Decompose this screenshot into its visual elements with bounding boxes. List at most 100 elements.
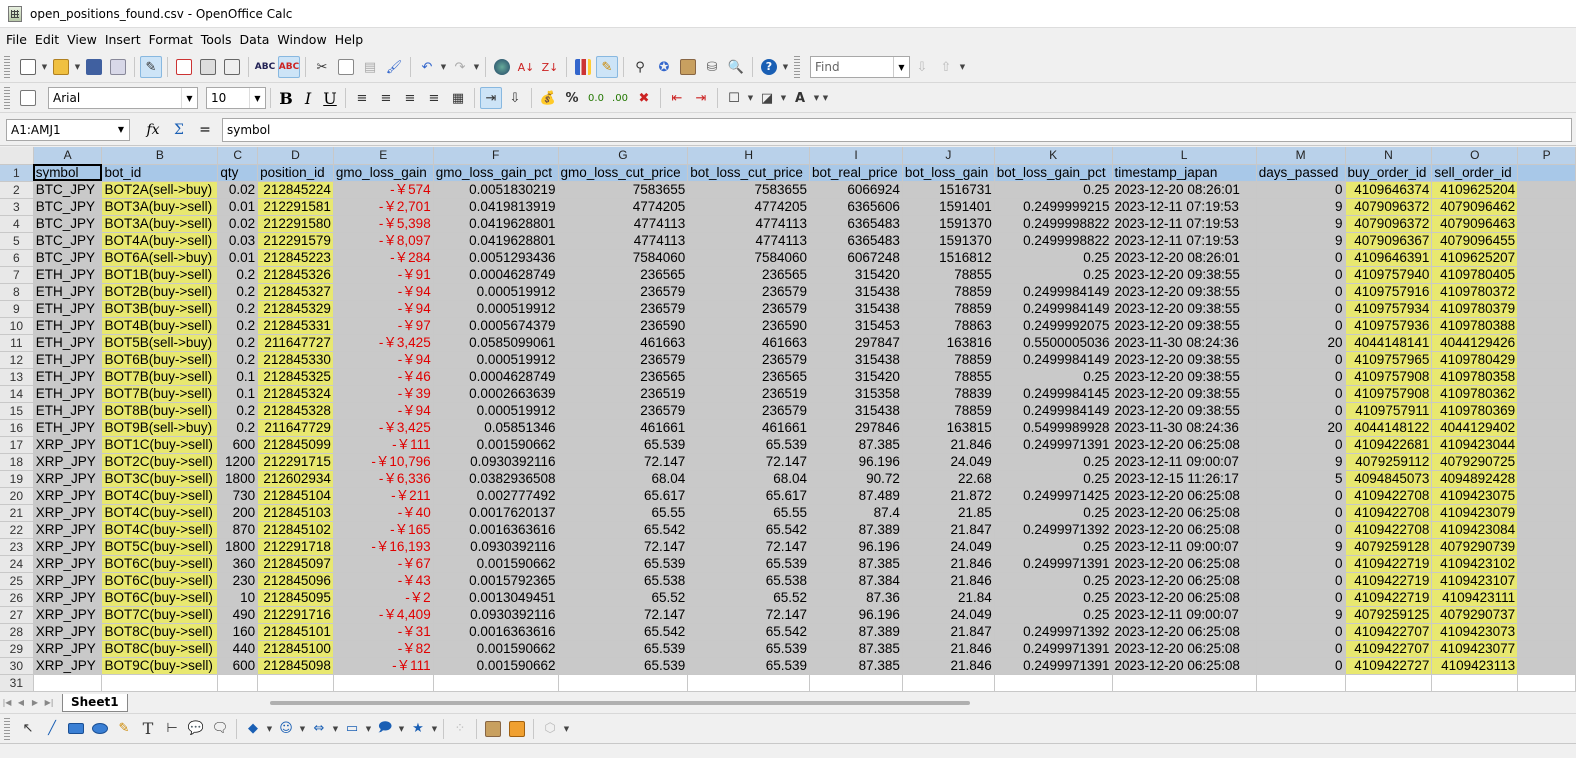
open-dropdown-arrow[interactable]: ▼: [73, 56, 82, 78]
sheet-cell[interactable]: 4079096372: [1345, 198, 1433, 216]
sheet-cell[interactable]: 163815: [902, 419, 995, 437]
column-header[interactable]: K: [994, 147, 1113, 165]
hyperlink-icon[interactable]: [491, 56, 513, 78]
sheet-cell[interactable]: 236565: [687, 266, 811, 284]
sheet-cell[interactable]: 2023-12-20 09:38:55: [1112, 266, 1257, 284]
sheet-cell[interactable]: 9: [1256, 606, 1346, 624]
sheet-cell[interactable]: 22.68: [902, 470, 995, 488]
sheet-cell[interactable]: 0.0004628749: [433, 368, 559, 386]
sheet-cell[interactable]: 211647729: [257, 419, 334, 437]
sheet-cell[interactable]: 0.25: [994, 266, 1113, 284]
sheet-cell[interactable]: 0.0419628801: [433, 215, 559, 233]
sheet-cell[interactable]: 4109422707: [1345, 623, 1433, 641]
italic-button[interactable]: I: [297, 87, 319, 109]
sheet-cell[interactable]: 7583655: [687, 181, 811, 199]
sheet-cell[interactable]: XRP_JPY: [33, 623, 103, 641]
sheet-cell[interactable]: 4044129426: [1431, 334, 1519, 352]
sheet-cell[interactable]: 2023-12-20 06:25:08: [1112, 555, 1257, 573]
row-header[interactable]: 5: [0, 232, 34, 250]
sheet-cell[interactable]: 2023-12-20 08:26:01: [1112, 249, 1257, 267]
sheet-cell[interactable]: 4774113: [558, 215, 689, 233]
sheet-cell[interactable]: 440: [217, 640, 259, 658]
sheet-cell[interactable]: 87.389: [809, 623, 903, 641]
find-toolbar-options-arrow[interactable]: ▼: [958, 56, 967, 78]
sheet-cell[interactable]: 96.196: [809, 453, 903, 471]
sheet-cell[interactable]: 4774113: [558, 232, 689, 250]
sheet-cell[interactable]: -￥284: [333, 249, 434, 267]
sheet-cell[interactable]: BOT6C(buy->sell): [101, 572, 219, 590]
borders-dropdown-arrow[interactable]: ▼: [746, 87, 755, 109]
sheet-cell[interactable]: 0.000519912: [433, 351, 559, 369]
sheet-cell[interactable]: [558, 674, 689, 691]
sheet-cell[interactable]: 90.72: [809, 470, 903, 488]
sheet-cell[interactable]: BTC_JPY: [33, 181, 103, 199]
sheet-cell[interactable]: 0.5500005036: [994, 334, 1113, 352]
menu-insert[interactable]: Insert: [101, 29, 145, 51]
sheet-cell[interactable]: 4109780369: [1431, 402, 1519, 420]
sheet-cell[interactable]: 4044148122: [1345, 419, 1433, 437]
sheet-cell[interactable]: BTC_JPY: [33, 249, 103, 267]
sheet-cell[interactable]: 212845098: [257, 657, 334, 675]
sheet-cell[interactable]: 212291718: [257, 538, 334, 556]
sheet-cell[interactable]: 461661: [558, 419, 689, 437]
sheet-cell[interactable]: [1517, 640, 1576, 658]
justify-icon[interactable]: ≡: [423, 87, 445, 109]
row-header[interactable]: 21: [0, 504, 34, 522]
sheet-cell[interactable]: -￥574: [333, 181, 434, 199]
sheet-cell[interactable]: 0.001590662: [433, 436, 559, 454]
sheet-cell[interactable]: ETH_JPY: [33, 334, 103, 352]
line-tool-icon[interactable]: ╱: [41, 718, 63, 740]
sheet-cell[interactable]: 4079290725: [1431, 453, 1519, 471]
sheet-cell[interactable]: 4109422707: [1345, 640, 1433, 658]
row-header[interactable]: 22: [0, 521, 34, 539]
sheet-cell[interactable]: 0.0016363616: [433, 521, 559, 539]
sheet-cell[interactable]: 0.000519912: [433, 300, 559, 318]
sheet-cell[interactable]: [333, 674, 434, 691]
sheet-cell[interactable]: 236519: [558, 385, 689, 403]
sheet-cell[interactable]: 236565: [558, 266, 689, 284]
sheet-cell[interactable]: 212845104: [257, 487, 334, 505]
sheet-cell[interactable]: [1517, 283, 1576, 301]
sheet-cell[interactable]: BOT8C(buy->sell): [101, 640, 219, 658]
sheet-cell[interactable]: 0: [1256, 640, 1346, 658]
sheet-cell[interactable]: BOT6C(buy->sell): [101, 589, 219, 607]
sheet-cell[interactable]: 4109780379: [1431, 300, 1519, 318]
sheet-cell[interactable]: [433, 674, 559, 691]
font-name-combo[interactable]: Arial ▼: [48, 87, 198, 109]
column-header[interactable]: L: [1112, 147, 1257, 165]
sheet-cell[interactable]: 6365483: [809, 232, 903, 250]
find-replace-icon[interactable]: ⚲: [629, 56, 651, 78]
callout-tool-icon[interactable]: 💬: [185, 718, 207, 740]
auto-spellcheck-icon[interactable]: ABC: [278, 56, 300, 78]
new-document-icon[interactable]: [17, 56, 39, 78]
sheet-cell[interactable]: BOT9B(sell->buy): [101, 419, 219, 437]
sheet-cell[interactable]: 2023-12-20 09:38:55: [1112, 351, 1257, 369]
sheet-cell[interactable]: 4109646391: [1345, 249, 1433, 267]
sheet-cell[interactable]: 230: [217, 572, 259, 590]
sheet-cell[interactable]: 65.55: [687, 504, 811, 522]
sheet-cell[interactable]: 4109780358: [1431, 368, 1519, 386]
sheet-cell[interactable]: 21.847: [902, 623, 995, 641]
sheet-cell[interactable]: -￥8,097: [333, 232, 434, 250]
sheet-cell[interactable]: BOT9C(buy->sell): [101, 657, 219, 675]
edit-file-icon[interactable]: ✎: [140, 56, 162, 78]
sheet-cell[interactable]: bot_loss_gain: [902, 164, 995, 182]
sheet-cell[interactable]: 87.36: [809, 589, 903, 607]
sheet-cell[interactable]: [1517, 198, 1576, 216]
sheet-cell[interactable]: 0.0051830219: [433, 181, 559, 199]
sheet-cell[interactable]: 87.385: [809, 657, 903, 675]
sheet-cell[interactable]: 4079290739: [1431, 538, 1519, 556]
sheet-cell[interactable]: 0.01: [217, 198, 259, 216]
sheet-cell[interactable]: [687, 674, 811, 691]
sheet-cell[interactable]: XRP_JPY: [33, 606, 103, 624]
drawing-toolbar-options-arrow[interactable]: ▼: [562, 718, 571, 740]
sheet-cell[interactable]: -￥94: [333, 402, 434, 420]
sheet-cell[interactable]: 65.542: [687, 521, 811, 539]
sheet-cell[interactable]: 236579: [687, 300, 811, 318]
sheet-cell[interactable]: [1517, 164, 1576, 182]
sheet-cell[interactable]: 0.02: [217, 181, 259, 199]
sheet-cell[interactable]: 0.0013049451: [433, 589, 559, 607]
sheet-cell[interactable]: -￥94: [333, 300, 434, 318]
sheet-cell[interactable]: 1591370: [902, 232, 995, 250]
sheet-cell[interactable]: 2023-12-20 06:25:08: [1112, 657, 1257, 675]
